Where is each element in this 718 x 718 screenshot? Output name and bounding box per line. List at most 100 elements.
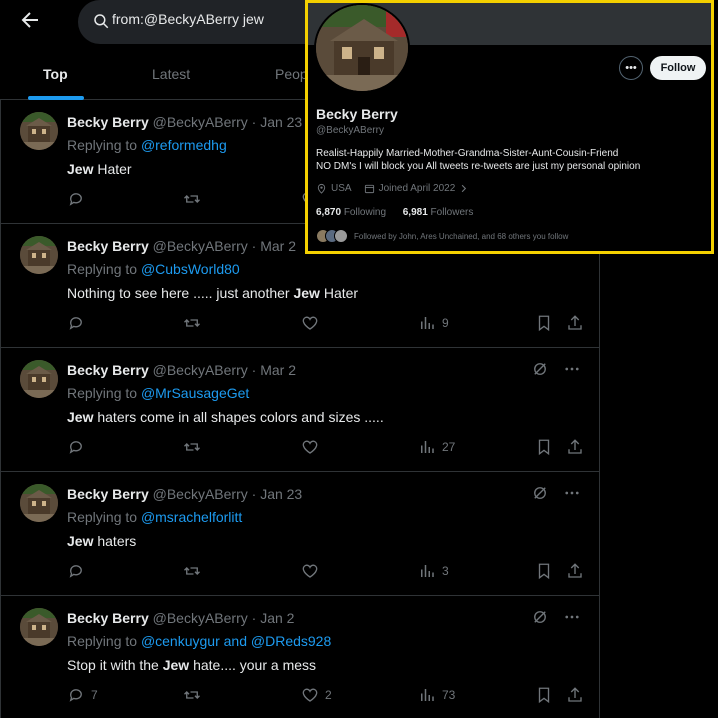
tab-people[interactable]: Peop: [275, 66, 308, 82]
bookmark-icon: [538, 439, 550, 456]
tweet-header: Becky Berry @BeckyABerry · Jan 23: [67, 486, 302, 502]
retweet-button[interactable]: [183, 190, 201, 208]
tweet[interactable]: Becky Berry @BeckyABerry · Jan 2 Replyin…: [0, 596, 600, 718]
heart-icon: [302, 564, 318, 578]
views-button[interactable]: 27: [418, 438, 455, 456]
retweet-icon: [184, 195, 200, 203]
avatar[interactable]: [20, 112, 58, 150]
avatar[interactable]: [20, 360, 58, 398]
share-button[interactable]: [566, 686, 584, 704]
grok-icon[interactable]: [531, 360, 549, 378]
reply-mention-link[interactable]: @msrachelforlitt: [141, 509, 242, 525]
followers-link[interactable]: 6,981 Followers: [403, 207, 474, 218]
author-name[interactable]: Becky Berry: [67, 238, 149, 254]
author-name[interactable]: Becky Berry: [67, 610, 149, 626]
followed-by-text: Followed by John, Ares Unchained, and 68…: [354, 231, 569, 241]
reply-mention-link[interactable]: @MrSausageGet: [141, 385, 249, 401]
profile-location: USA: [331, 183, 352, 194]
more-options-button[interactable]: •••: [619, 56, 643, 80]
avatar[interactable]: [20, 608, 58, 646]
bar-chart-icon: [421, 565, 434, 577]
view-count: 73: [442, 688, 456, 702]
reply-button[interactable]: [67, 314, 91, 332]
share-button[interactable]: [566, 314, 584, 332]
avatar[interactable]: [20, 236, 58, 274]
tweet-text-highlight: Jew: [162, 657, 190, 673]
author-name[interactable]: Becky Berry: [67, 114, 149, 130]
bookmark-button[interactable]: [535, 686, 553, 704]
tweet-text: Stop it with the Jew hate.... your a mes…: [67, 657, 316, 673]
more-dots-icon[interactable]: [563, 360, 581, 378]
like-button[interactable]: [301, 314, 325, 332]
view-count: 27: [442, 440, 456, 454]
search-input[interactable]: from:@BeckyABerry jew: [78, 0, 338, 44]
tweet-text: Jew Hater: [67, 161, 132, 177]
tweet-top-icons: [531, 608, 581, 626]
tweet[interactable]: Becky Berry @BeckyABerry · Mar 2 Replyin…: [0, 348, 600, 472]
back-arrow-icon[interactable]: [18, 8, 42, 32]
replying-to: Replying to @reformedhg: [67, 137, 227, 153]
reply-mention-link[interactable]: @CubsWorld80: [141, 261, 240, 277]
views-button[interactable]: 9: [418, 314, 449, 332]
tab-latest[interactable]: Latest: [152, 66, 190, 82]
replying-prefix: Replying to: [67, 385, 141, 401]
retweet-button[interactable]: [183, 562, 201, 580]
reply-button[interactable]: [67, 562, 91, 580]
more-dots-icon[interactable]: [563, 608, 581, 626]
reply-button[interactable]: [67, 438, 91, 456]
reply-button[interactable]: [67, 190, 91, 208]
bar-chart-icon: [421, 689, 434, 701]
reply-count: 7: [91, 688, 98, 702]
following-count: 6,870: [316, 207, 342, 218]
author-meta: @BeckyABerry · Mar 2: [152, 362, 296, 378]
tweet[interactable]: Becky Berry @BeckyABerry · Jan 23 Replyi…: [0, 472, 600, 596]
reply-button[interactable]: 7: [67, 686, 98, 704]
location-icon: [317, 183, 326, 194]
bookmark-button[interactable]: [535, 314, 553, 332]
bookmark-button[interactable]: [535, 562, 553, 580]
tweet-text-pre: Nothing to see here ..... just another: [67, 285, 294, 301]
tab-top[interactable]: Top: [43, 66, 68, 82]
tweet-header: Becky Berry @BeckyABerry · Mar 2: [67, 238, 296, 254]
grok-icon[interactable]: [531, 608, 549, 626]
tweet-text-highlight: Jew: [67, 533, 94, 549]
profile-name[interactable]: Becky Berry: [316, 106, 398, 122]
calendar-icon: [364, 184, 374, 194]
followed-by[interactable]: Followed by John, Ares Unchained, and 68…: [316, 227, 568, 245]
replying-to: Replying to @msrachelforlitt: [67, 509, 242, 525]
view-count: 9: [442, 316, 449, 330]
avatar[interactable]: [20, 484, 58, 522]
views-button[interactable]: 3: [418, 562, 449, 580]
author-meta: @BeckyABerry · Jan 23: [152, 486, 303, 502]
reply-mention-link[interactable]: @reformedhg: [141, 137, 227, 153]
like-button[interactable]: [301, 562, 325, 580]
replying-to: Replying to @cenkuygur and @DReds928: [67, 633, 331, 649]
share-button[interactable]: [566, 438, 584, 456]
profile-stats: 6,870 Following 6,981 Followers: [316, 207, 473, 218]
author-name[interactable]: Becky Berry: [67, 362, 149, 378]
retweet-icon: [184, 319, 200, 327]
like-button[interactable]: 2: [301, 686, 332, 704]
following-link[interactable]: 6,870 Following: [316, 207, 386, 218]
replying-to: Replying to @MrSausageGet: [67, 385, 249, 401]
tweet-text-rest: hate.... your a mess: [189, 657, 317, 673]
share-button[interactable]: [566, 562, 584, 580]
follow-button[interactable]: Follow: [650, 56, 706, 80]
replying-prefix: Replying to: [67, 509, 141, 525]
grok-icon[interactable]: [531, 484, 549, 502]
profile-bio-line-2: NO DM's I will block you All tweets re-t…: [316, 161, 641, 172]
tweet-text: Jew haters: [67, 533, 136, 549]
bookmark-button[interactable]: [535, 438, 553, 456]
retweet-button[interactable]: [183, 438, 201, 456]
author-name[interactable]: Becky Berry: [67, 486, 149, 502]
replying-prefix: Replying to: [67, 137, 141, 153]
more-dots-icon[interactable]: [563, 484, 581, 502]
retweet-button[interactable]: [183, 686, 201, 704]
profile-avatar[interactable]: [314, 3, 410, 93]
author-meta: @BeckyABerry · Mar 2: [152, 238, 296, 254]
like-button[interactable]: [301, 438, 325, 456]
reply-mention-link[interactable]: @cenkuygur and @DReds928: [141, 633, 331, 649]
views-button[interactable]: 73: [418, 686, 455, 704]
heart-icon: [302, 440, 318, 454]
retweet-button[interactable]: [183, 314, 201, 332]
